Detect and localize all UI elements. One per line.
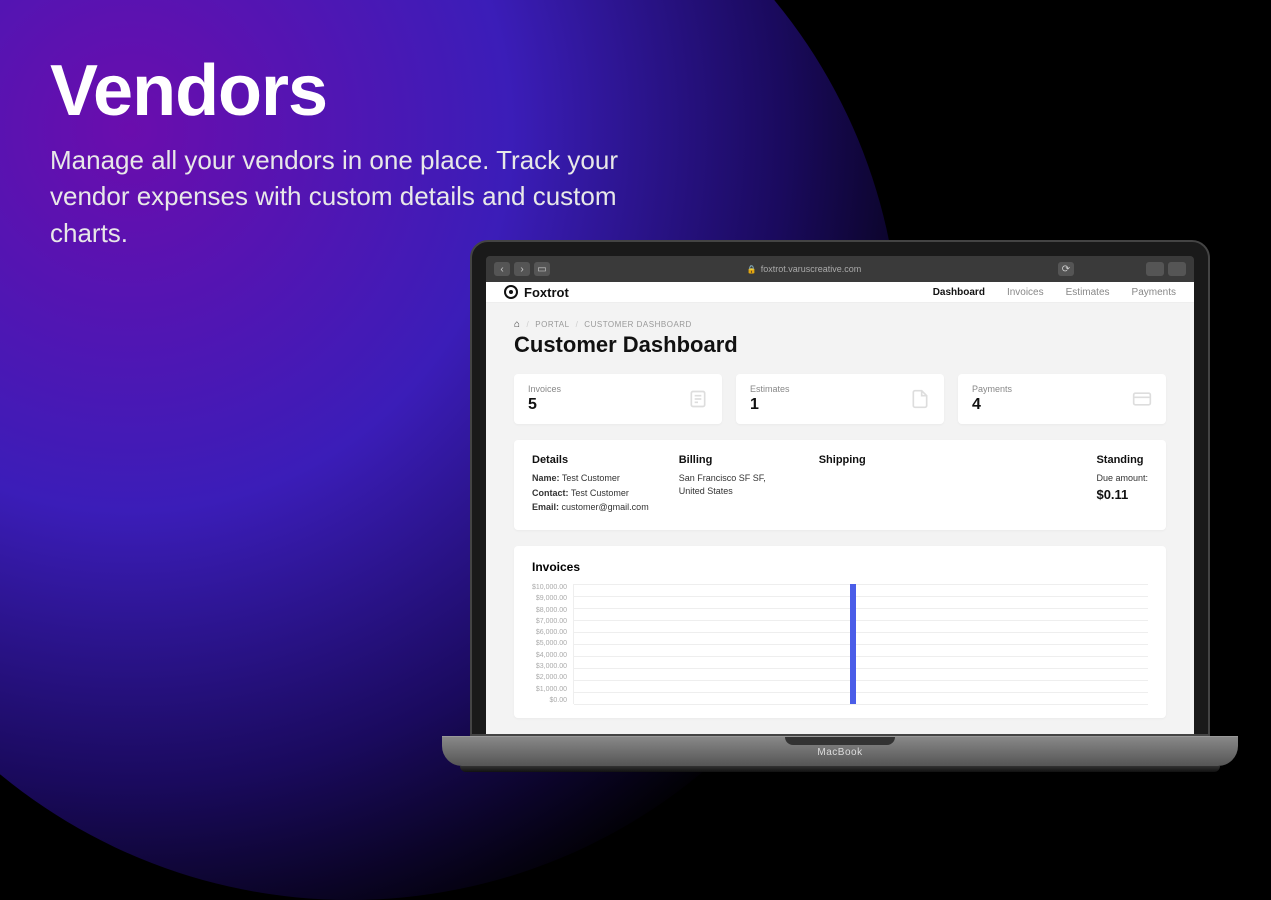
gridline [574,704,1148,705]
stat-label: Invoices [528,384,561,394]
browser-url: foxtrot.varuscreative.com [761,264,862,274]
nav-dashboard[interactable]: Dashboard [933,287,985,298]
due-label: Due amount: [1096,472,1148,485]
shipping-col: Shipping [819,454,866,516]
y-tick: $1,000.00 [532,686,567,693]
breadcrumb-current: CUSTOMER DASHBOARD [584,320,692,329]
shipping-heading: Shipping [819,454,866,466]
gridline [574,656,1148,657]
chart-area: $10,000.00 $9,000.00 $8,000.00 $7,000.00 $6,… [532,584,1148,704]
gridline [574,596,1148,597]
contact-label: Contact: [532,488,569,498]
gridline [574,668,1148,669]
email-value: customer@gmail.com [562,502,649,512]
details-col: Details Name: Test Customer Contact: Tes… [532,454,649,516]
hero-title: Vendors [50,50,670,132]
laptop-foot [460,766,1220,772]
browser-tabs-button[interactable] [1168,262,1186,276]
stat-value: 4 [972,396,1012,414]
stat-label: Payments [972,384,1012,394]
details-heading: Details [532,454,649,466]
y-tick: $8,000.00 [532,607,567,614]
brand-name: Foxtrot [524,285,569,300]
breadcrumb: ⌂ / PORTAL / CUSTOMER DASHBOARD [514,319,1166,330]
invoice-icon [688,389,708,409]
breadcrumb-portal[interactable]: PORTAL [535,320,569,329]
invoices-chart-card: Invoices $10,000.00 $9,000.00 $8,000.00 $7,… [514,546,1166,718]
y-tick: $3,000.00 [532,663,567,670]
chart-y-axis: $10,000.00 $9,000.00 $8,000.00 $7,000.00 $6,… [532,584,573,704]
hero-section: Vendors Manage all your vendors in one p… [50,50,670,251]
brand-icon [504,285,518,299]
hero-subtitle: Manage all your vendors in one place. Tr… [50,142,670,251]
nav-payments[interactable]: Payments [1132,287,1176,298]
app-viewport: Foxtrot Dashboard Invoices Estimates Pay… [486,282,1194,734]
gridline [574,692,1148,693]
browser-forward-button[interactable]: › [514,262,530,276]
brand[interactable]: Foxtrot [504,285,569,300]
stat-card-payments[interactable]: Payments 4 [958,374,1166,424]
chart-plot [573,584,1148,704]
browser-back-button[interactable]: ‹ [494,262,510,276]
y-tick: $0.00 [532,697,567,704]
nav-invoices[interactable]: Invoices [1007,287,1044,298]
y-tick: $10,000.00 [532,584,567,591]
chart-bar [850,584,856,704]
y-tick: $7,000.00 [532,618,567,625]
nav-estimates[interactable]: Estimates [1066,287,1110,298]
browser-chrome: ‹ › ▭ 🔒 foxtrot.varuscreative.com ⟳ [486,256,1194,282]
laptop-screen: ‹ › ▭ 🔒 foxtrot.varuscreative.com ⟳ [470,240,1210,736]
y-tick: $9,000.00 [532,595,567,602]
lock-icon: 🔒 [747,265,757,274]
y-tick: $6,000.00 [532,629,567,636]
billing-heading: Billing [679,454,789,466]
due-amount: $0.11 [1096,487,1148,502]
billing-address: San Francisco SF SF, United States [679,472,789,497]
laptop-notch [785,737,895,745]
chart-title: Invoices [532,560,1148,574]
name-value: Test Customer [562,473,620,483]
y-tick: $2,000.00 [532,674,567,681]
gridline [574,644,1148,645]
stat-value: 1 [750,396,790,414]
billing-col: Billing San Francisco SF SF, United Stat… [679,454,789,516]
gridline [574,608,1148,609]
stat-card-estimates[interactable]: Estimates 1 [736,374,944,424]
estimate-icon [910,389,930,409]
gridline [574,680,1148,681]
standing-col: Standing Due amount: $0.11 [1096,454,1148,516]
page-content: ⌂ / PORTAL / CUSTOMER DASHBOARD Customer… [486,303,1194,734]
laptop-mockup: ‹ › ▭ 🔒 foxtrot.varuscreative.com ⟳ [470,240,1210,772]
y-tick: $4,000.00 [532,652,567,659]
laptop-base: MacBook [442,736,1238,766]
y-tick: $5,000.00 [532,640,567,647]
home-icon[interactable]: ⌂ [514,319,521,330]
main-nav: Dashboard Invoices Estimates Payments [933,287,1176,298]
laptop-label: MacBook [817,747,862,758]
standing-heading: Standing [1096,454,1148,466]
browser-reload-button[interactable]: ⟳ [1058,262,1074,276]
browser-sidebar-button[interactable]: ▭ [534,262,550,276]
stat-value: 5 [528,396,561,414]
stat-card-invoices[interactable]: Invoices 5 [514,374,722,424]
contact-value: Test Customer [571,488,629,498]
app-header: Foxtrot Dashboard Invoices Estimates Pay… [486,282,1194,303]
page-title: Customer Dashboard [514,332,1166,358]
browser-share-button[interactable] [1146,262,1164,276]
name-label: Name: [532,473,560,483]
stat-label: Estimates [750,384,790,394]
gridline [574,632,1148,633]
stat-cards: Invoices 5 Estimates 1 [514,374,1166,424]
detail-card: Details Name: Test Customer Contact: Tes… [514,440,1166,530]
gridline [574,620,1148,621]
email-label: Email: [532,502,559,512]
gridline [574,584,1148,585]
payment-icon [1132,389,1152,409]
